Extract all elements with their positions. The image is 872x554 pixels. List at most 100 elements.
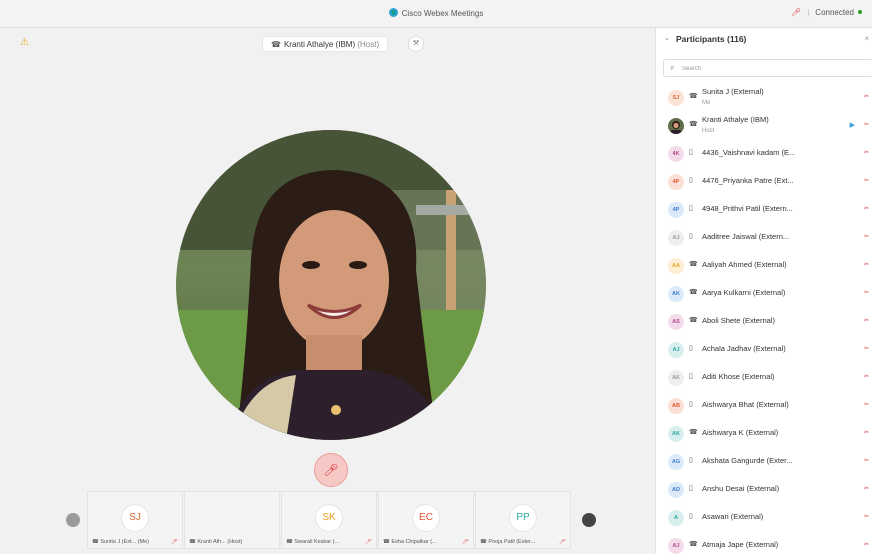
participant-row[interactable]: AK ▯ Aditi Khose (External) ✂ (656, 364, 872, 392)
thumbnail-tile[interactable]: SK ☎︎ Swarali Keskar (... 🎤︎ (281, 491, 377, 549)
participant-avatar: AA (668, 258, 684, 274)
microphone-muted-icon[interactable]: ✂ (864, 177, 869, 184)
participant-avatar: AK (668, 370, 684, 386)
audio-connected-icon: ☎︎ (271, 40, 281, 49)
participant-list: SJ ☎︎ Sunita J (External) Me ✂ ☎︎ Kranti Athal… (656, 84, 872, 554)
microphone-muted-icon[interactable]: ✂ (864, 513, 869, 520)
close-panel-icon[interactable]: × (864, 34, 869, 43)
microphone-muted-icon[interactable]: ✂ (864, 541, 869, 548)
participant-name: Achala Jadhav (External) (702, 344, 786, 353)
active-speaker-role: (Host) (357, 40, 380, 49)
thumbnail-tile[interactable]: EC ☎︎ Esha Chipalkar (... 🎤︎ (378, 491, 474, 549)
participant-name: 4476_Priyanka Patre (Ext... (702, 176, 794, 185)
participant-row[interactable]: AD ▯ Anshu Desai (External) ✂ (656, 476, 872, 504)
participant-name: Kranti Athalye (IBM) (702, 115, 769, 124)
participant-row[interactable]: 4P ▯ 4948_Prithvi Patil (Extern... ✂ (656, 196, 872, 224)
participant-search[interactable]: ⌕ (663, 59, 872, 77)
connection-status[interactable]: 🎤︎ | Connected (791, 8, 862, 17)
participant-name: Atmaja Jape (External) (702, 540, 779, 549)
audio-connected-icon: ☎︎ (689, 121, 698, 128)
thumbnail-avatar: EC (412, 504, 440, 532)
thumbnails-next-button[interactable] (582, 513, 596, 527)
microphone-muted-icon: 🎤︎ (462, 539, 469, 545)
microphone-muted-icon[interactable]: ✂ (864, 261, 869, 268)
participant-row[interactable]: 4K ▯ 4436_Vaishnavi kadam (E... ✂ (656, 140, 872, 168)
audio-connected-icon: ☎︎ (689, 541, 698, 548)
participant-row[interactable]: AA ☎︎ Aaliyah Ahmed (External) ✂ (656, 252, 872, 280)
thumbnails-previous-button[interactable] (66, 513, 80, 527)
microphone-muted-icon[interactable]: ✂ (864, 345, 869, 352)
participant-avatar: AD (668, 482, 684, 498)
participant-name: 4948_Prithvi Patil (Extern... (702, 204, 793, 213)
collapse-panel-icon[interactable]: ⌄ (664, 34, 670, 42)
participants-panel: ⌄ Participants (116) × ⌕ SJ ☎︎ Sunita J (E… (655, 28, 872, 554)
mobile-device-icon: ▯ (689, 149, 693, 156)
participant-row[interactable]: AJ ☎︎ Atmaja Jape (External) ✂ (656, 532, 872, 554)
participant-row[interactable]: AB ▯ Aishwarya Bhat (External) ✂ (656, 392, 872, 420)
thumbnail-tile[interactable]: ☎︎ Kranti Ath... (Host) (184, 491, 280, 549)
participants-panel-header: ⌄ Participants (116) × (656, 28, 872, 52)
participant-name: Aaditree Jaiswal (Extern... (702, 232, 790, 241)
participant-name: Aaliyah Ahmed (External) (702, 260, 787, 269)
participant-avatar: AJ (668, 342, 684, 358)
warning-icon[interactable]: ⚠ (20, 37, 29, 48)
mobile-device-icon: ▯ (689, 233, 693, 240)
participant-search-input[interactable] (682, 63, 862, 74)
participant-row[interactable]: AG ▯ Akshata Gangurde (Exter... ✂ (656, 448, 872, 476)
microphone-muted-icon[interactable]: ✂ (864, 429, 869, 436)
audio-connected-icon: ☎︎ (689, 93, 698, 100)
participant-name: Aishwarya Bhat (External) (702, 400, 789, 409)
participant-avatar: AB (668, 398, 684, 414)
microphone-muted-icon[interactable]: ✂ (864, 205, 869, 212)
participant-avatar: AK (668, 286, 684, 302)
thumbnail-avatar: PP (509, 504, 537, 532)
microphone-muted-icon[interactable]: ✂ (864, 317, 869, 324)
microphone-muted-icon[interactable]: ✂ (864, 289, 869, 296)
microphone-muted-icon: 🎤︎ (365, 539, 372, 545)
video-stage: ⚠ ☎︎ Kranti Athalye (IBM) (Host) ⚒ 🎤︎ SJ… (0, 28, 655, 554)
mute-button[interactable]: 🎤︎ (314, 453, 348, 487)
lock-video-button[interactable]: ⚒ (408, 36, 424, 52)
microphone-muted-icon[interactable]: ✂ (864, 401, 869, 408)
mobile-device-icon: ▯ (689, 177, 693, 184)
thumbnail-label: ☎︎ Swarali Keskar (... 🎤︎ (286, 539, 372, 545)
participant-avatar: AJ (668, 230, 684, 246)
microphone-muted-icon[interactable]: ✂ (864, 373, 869, 380)
thumbnail-label: ☎︎ Esha Chipalkar (... 🎤︎ (383, 539, 469, 545)
microphone-muted-icon[interactable]: ✂ (864, 457, 869, 464)
participant-row[interactable]: AK ☎︎ Aishwarya K (External) ✂ (656, 420, 872, 448)
thumbnail-tile[interactable]: PP ☎︎ Pooja Patil (Exter... 🎤︎ (475, 491, 571, 549)
microphone-muted-icon[interactable]: ✂ (864, 93, 869, 100)
participant-row[interactable]: AK ☎︎ Aarya Kulkarni (External) ✂ (656, 280, 872, 308)
participant-row[interactable]: SJ ☎︎ Sunita J (External) Me ✂ (656, 84, 872, 112)
connected-dot-icon (858, 10, 862, 14)
thumbnail-tile[interactable]: SJ ☎︎ Sunita J (Ext... (Me) 🎤︎ (87, 491, 183, 549)
participant-row[interactable]: AJ ▯ Aaditree Jaiswal (Extern... ✂ (656, 224, 872, 252)
thumbnail-label: ☎︎ Kranti Ath... (Host) (189, 539, 243, 545)
participant-name: Asawari (External) (702, 512, 764, 521)
participant-avatar: 4K (668, 146, 684, 162)
participant-row[interactable]: ☎︎ Kranti Athalye (IBM) Host ▶ ✂ (656, 112, 872, 140)
microphone-muted-icon[interactable]: ✂ (864, 149, 869, 156)
microphone-muted-icon[interactable]: ✂ (864, 233, 869, 240)
title-bar: Cisco Webex Meetings 🎤︎ | Connected (0, 0, 872, 28)
participant-name: Sunita J (External) (702, 87, 764, 96)
participant-row[interactable]: 4P ▯ 4476_Priyanka Patre (Ext... ✂ (656, 168, 872, 196)
audio-connected-icon: ☎︎ (689, 289, 698, 296)
participant-name: Aboli Shete (External) (702, 316, 775, 325)
participant-name: Aditi Khose (External) (702, 372, 775, 381)
mobile-device-icon: ▯ (689, 401, 693, 408)
microphone-muted-icon[interactable]: ✂ (864, 485, 869, 492)
participant-avatar: AK (668, 426, 684, 442)
microphone-muted-icon: 🎤︎ (559, 539, 566, 545)
active-speaker-video (176, 130, 486, 440)
participant-name: Akshata Gangurde (Exter... (702, 456, 793, 465)
participant-row[interactable]: A ▯ Asawari (External) ✂ (656, 504, 872, 532)
participant-name: Anshu Desai (External) (702, 484, 780, 493)
participant-row[interactable]: AS ☎︎ Aboli Shete (External) ✂ (656, 308, 872, 336)
participant-row[interactable]: AJ ▯ Achala Jadhav (External) ✂ (656, 336, 872, 364)
microphone-muted-icon: 🎤︎ (791, 8, 802, 17)
participant-avatar: 4P (668, 202, 684, 218)
microphone-muted-icon[interactable]: ✂ (864, 121, 869, 128)
mobile-device-icon: ▯ (689, 457, 693, 464)
